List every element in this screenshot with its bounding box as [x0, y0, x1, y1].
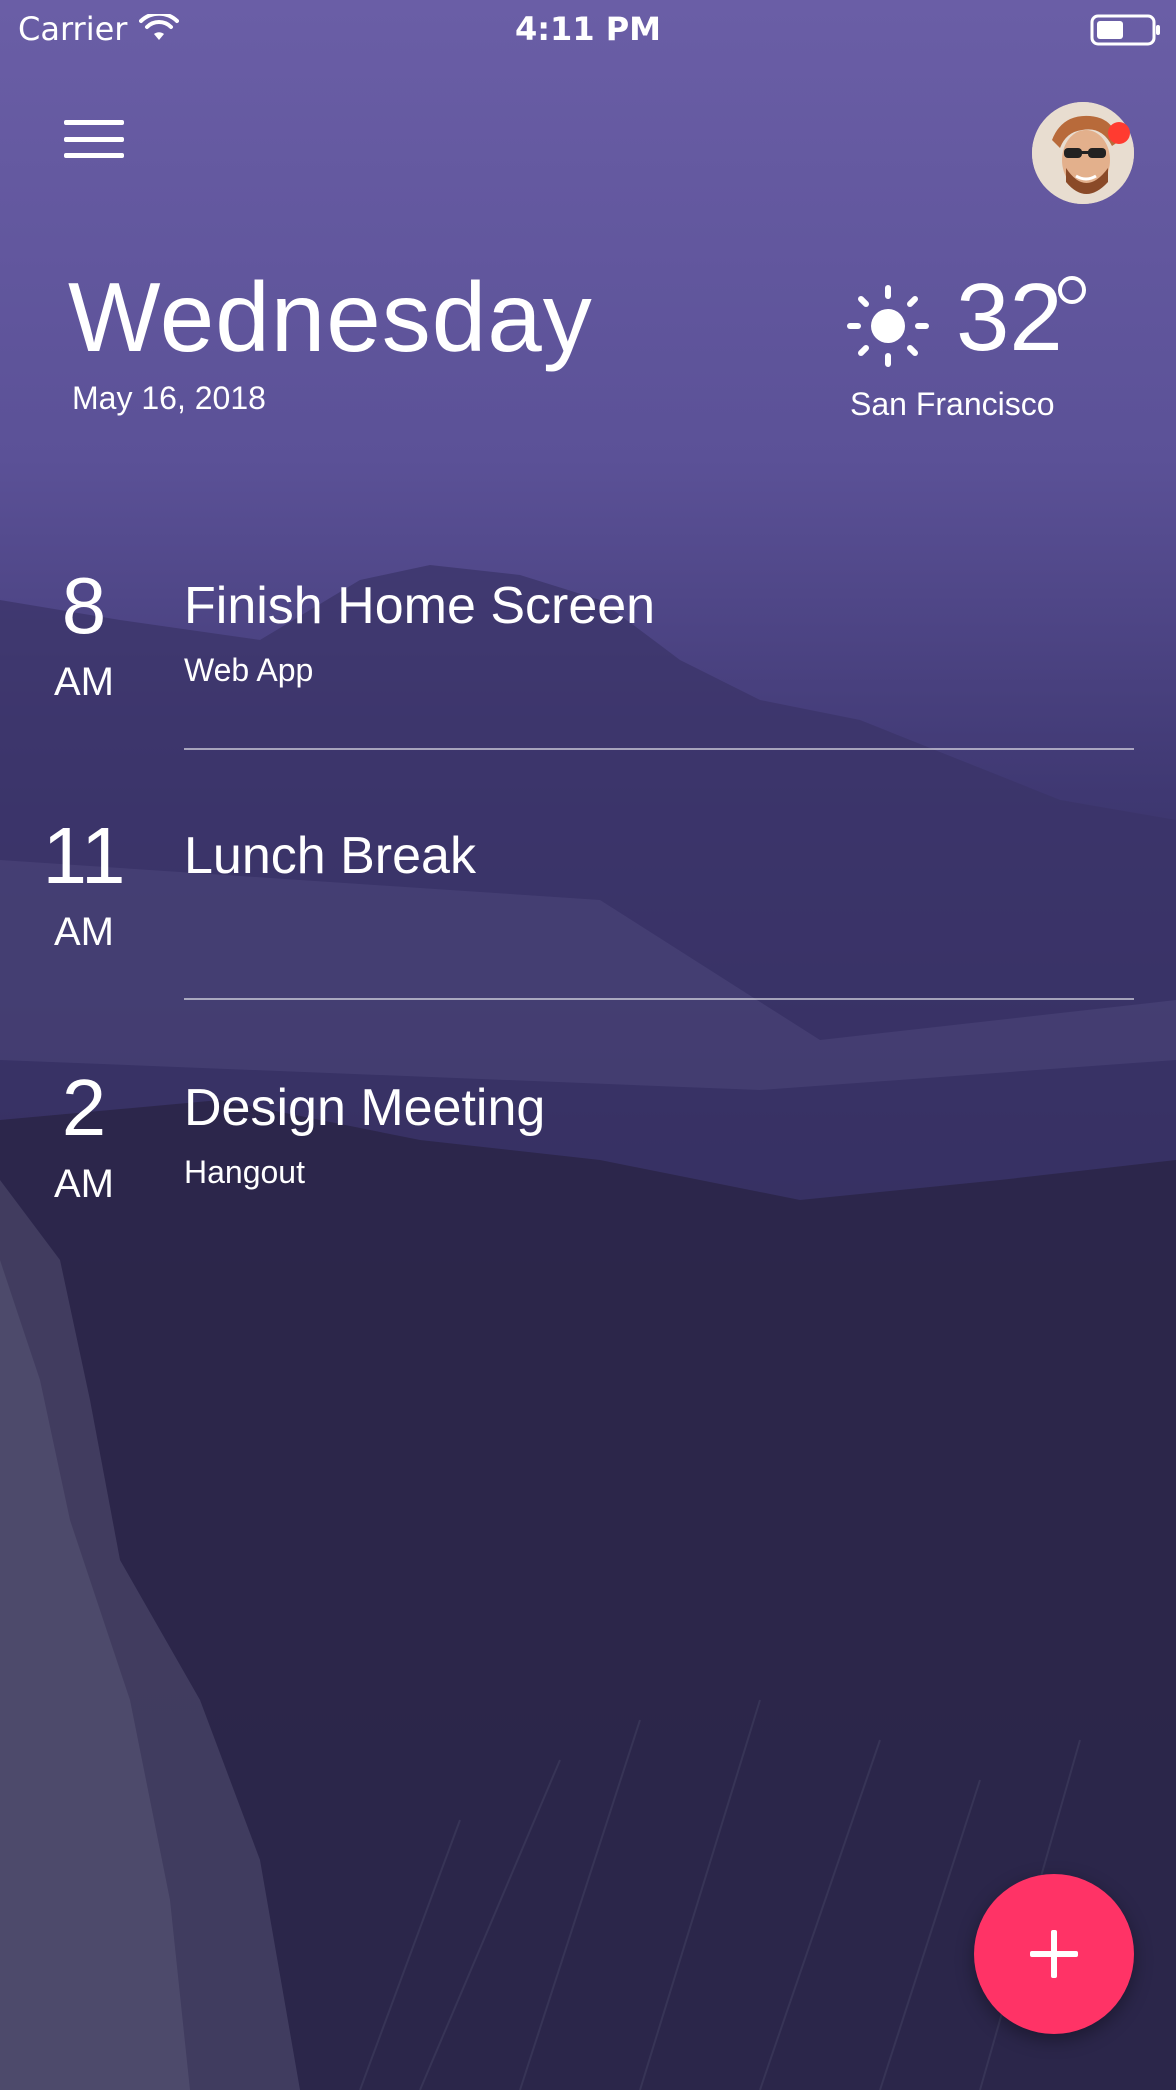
divider: [184, 748, 1134, 750]
event-item[interactable]: 2 AM Design Meeting Hangout: [0, 1068, 1176, 1298]
full-date: May 16, 2018: [72, 380, 266, 416]
event-title: Lunch Break: [184, 827, 476, 885]
day-title: Wednesday: [68, 262, 593, 372]
temperature: 32: [956, 264, 1063, 371]
plus-icon: [1030, 1930, 1078, 1978]
degree-symbol: [1058, 276, 1086, 304]
status-bar: Carrier 4:11 PM: [0, 0, 1176, 58]
notification-badge: [1108, 122, 1130, 144]
event-hour: 8: [61, 561, 107, 650]
event-title: Finish Home Screen: [184, 577, 656, 635]
user-avatar[interactable]: [1032, 102, 1134, 204]
event-title: Design Meeting: [184, 1079, 546, 1137]
sun-icon: [847, 285, 929, 367]
event-item[interactable]: 11 AM Lunch Break: [0, 816, 1176, 1046]
event-subtitle: Hangout: [184, 1154, 305, 1190]
event-ampm: AM: [54, 910, 114, 954]
event-hour: 2: [61, 1063, 107, 1152]
status-time: 4:11 PM: [514, 10, 662, 48]
menu-line: [64, 136, 124, 142]
battery-icon: [1090, 14, 1160, 46]
event-ampm: AM: [54, 1162, 114, 1206]
menu-line: [64, 120, 124, 125]
event-item[interactable]: 8 AM Finish Home Screen Web App: [0, 566, 1176, 796]
hamburger-menu-icon[interactable]: [60, 116, 128, 162]
event-hour: 11: [42, 811, 126, 900]
divider: [184, 998, 1134, 1000]
event-ampm: AM: [54, 660, 114, 704]
menu-line: [64, 153, 124, 158]
add-event-button[interactable]: [974, 1874, 1134, 2034]
city-name: San Francisco: [850, 386, 1055, 422]
event-subtitle: Web App: [184, 652, 314, 688]
